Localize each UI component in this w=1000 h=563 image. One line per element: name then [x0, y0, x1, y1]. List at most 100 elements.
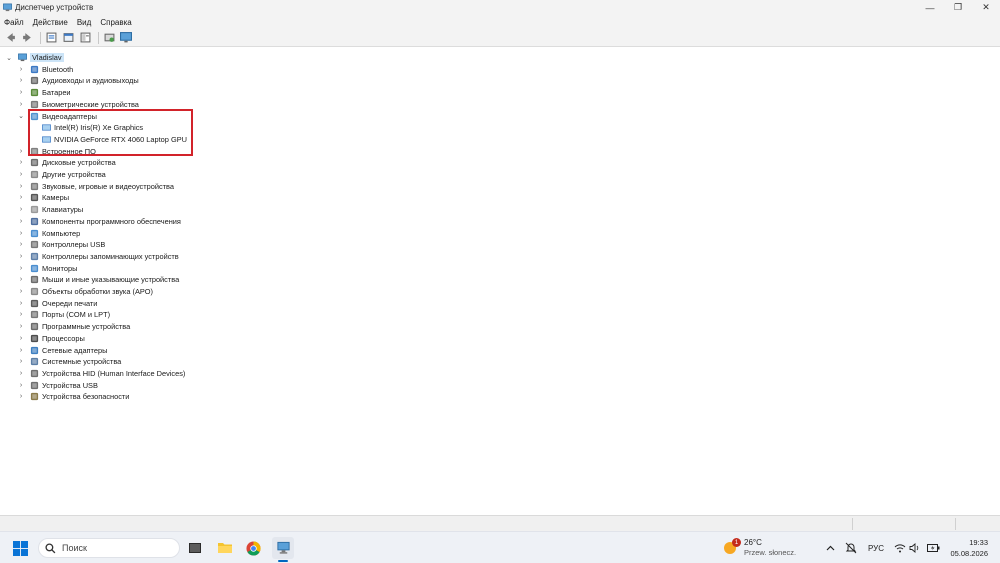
file-explorer-button[interactable] — [214, 537, 236, 559]
tree-category[interactable]: › Очереди печати — [20, 298, 98, 309]
task-view-button[interactable] — [184, 537, 206, 559]
chevron-right-icon[interactable]: › — [17, 286, 25, 297]
tree-category[interactable]: › Объекты обработки звука (APO) — [20, 286, 153, 297]
chevron-right-icon[interactable]: › — [17, 64, 25, 75]
status-bar — [0, 515, 1000, 531]
menu-action[interactable]: Действие — [33, 18, 68, 27]
chevron-right-icon[interactable]: › — [17, 157, 25, 168]
computer-icon — [18, 53, 27, 62]
tree-category[interactable]: › Клавиатуры — [20, 204, 84, 215]
printer-icon — [30, 299, 39, 308]
wifi-button[interactable] — [893, 540, 907, 556]
chevron-right-icon[interactable]: › — [17, 274, 25, 285]
tree-category[interactable]: › Программные устройства — [20, 321, 130, 332]
chevron-down-icon[interactable]: ⌄ — [5, 52, 13, 63]
chevron-right-icon[interactable]: › — [17, 204, 25, 215]
chevron-right-icon[interactable]: › — [17, 75, 25, 86]
chevron-right-icon[interactable]: › — [17, 333, 25, 344]
title-bar: Диспетчер устройств — ❐ ✕ — [0, 0, 1000, 15]
chevron-right-icon[interactable]: › — [17, 356, 25, 367]
tree-category[interactable]: › Батареи — [20, 87, 71, 98]
usb-device-icon — [30, 381, 39, 390]
tree-category[interactable]: › Сетевые адаптеры — [20, 345, 108, 356]
chevron-right-icon[interactable]: › — [17, 228, 25, 239]
processor-icon — [30, 334, 39, 343]
chevron-right-icon[interactable]: › — [17, 169, 25, 180]
category-label: Дисковые устройства — [42, 158, 116, 168]
menu-file[interactable]: Файл — [4, 18, 24, 27]
device-manager-taskbar-button[interactable] — [272, 537, 294, 559]
taskbar-search[interactable]: Поиск — [38, 538, 180, 558]
tree-category[interactable]: › Контроллеры запоминающих устройств — [20, 251, 179, 262]
forward-button[interactable] — [20, 31, 34, 45]
category-label: Другие устройства — [42, 170, 106, 179]
chrome-button[interactable] — [242, 537, 264, 559]
category-label: Сетевые адаптеры — [42, 345, 108, 355]
software-component-icon — [30, 217, 39, 226]
category-label: Клавиатуры — [42, 205, 84, 215]
tree-category[interactable]: › Камеры — [20, 192, 69, 203]
chevron-right-icon[interactable]: › — [17, 263, 25, 274]
volume-button[interactable] — [909, 540, 921, 556]
tree-category[interactable]: › Контроллеры USB — [20, 239, 106, 250]
tree-category[interactable]: › Устройства HID (Human Interface Devices… — [20, 368, 186, 379]
system-device-icon — [30, 357, 39, 366]
tree-category[interactable]: › Другие устройства — [20, 169, 106, 180]
tree-category[interactable]: › Дисковые устройства — [20, 157, 116, 168]
tree-category[interactable]: › Мониторы — [20, 263, 78, 274]
tray-overflow-button[interactable] — [824, 540, 836, 556]
storage-controller-icon — [30, 252, 39, 261]
tree-root[interactable]: ⌄ Vladislav — [6, 52, 64, 63]
battery-button[interactable] — [926, 540, 940, 556]
scan-hardware-button[interactable] — [102, 31, 116, 45]
chevron-right-icon[interactable]: › — [17, 192, 25, 203]
tree-category[interactable]: › Звуковые, игровые и видеоустройства — [20, 181, 174, 192]
focus-assist-button[interactable] — [844, 540, 858, 556]
properties-button[interactable] — [44, 31, 58, 45]
tree-category[interactable]: › Аудиовходы и аудиовыходы — [20, 75, 139, 86]
show-hidden-button[interactable] — [61, 31, 75, 45]
security-device-icon — [30, 392, 39, 401]
chevron-right-icon[interactable]: › — [17, 87, 25, 98]
tree-category[interactable]: › Процессоры — [20, 333, 85, 344]
back-button[interactable] — [3, 31, 17, 45]
chevron-right-icon[interactable]: › — [17, 298, 25, 309]
chevron-right-icon[interactable]: › — [17, 146, 25, 157]
close-button[interactable]: ✕ — [972, 0, 1000, 15]
chevron-right-icon[interactable]: › — [17, 380, 25, 391]
chevron-down-icon[interactable]: ⌄ — [17, 111, 25, 122]
tree-category[interactable]: › Порты (COM и LPT) — [20, 309, 110, 320]
chevron-right-icon[interactable]: › — [17, 345, 25, 356]
chevron-right-icon[interactable]: › — [17, 181, 25, 192]
chevron-right-icon[interactable]: › — [17, 216, 25, 227]
tree-category[interactable]: › Системные устройства — [20, 356, 121, 367]
tree-category[interactable]: › Устройства безопасности — [20, 391, 130, 402]
notifications-off-icon — [845, 542, 857, 554]
chevron-right-icon[interactable]: › — [17, 321, 25, 332]
chevron-right-icon[interactable]: › — [17, 251, 25, 262]
toolbar — [0, 29, 1000, 47]
tree-category[interactable]: › Компьютер — [20, 228, 80, 239]
menu-view[interactable]: Вид — [77, 18, 91, 27]
chevron-right-icon[interactable]: › — [17, 99, 25, 110]
chevron-right-icon[interactable]: › — [17, 368, 25, 379]
help-button[interactable] — [78, 31, 92, 45]
tree-category[interactable]: › Bluetooth — [20, 64, 73, 75]
monitor-icon — [120, 32, 132, 43]
monitor-button[interactable] — [119, 31, 133, 45]
chevron-right-icon[interactable]: › — [17, 239, 25, 250]
start-button[interactable] — [9, 537, 31, 559]
tree-category[interactable]: › Мыши и иные указывающие устройства — [20, 274, 179, 285]
tree-category[interactable]: › Компоненты программного обеспечения — [20, 216, 181, 227]
maximize-button[interactable]: ❐ — [944, 0, 972, 15]
chevron-right-icon[interactable]: › — [17, 391, 25, 402]
menu-help[interactable]: Справка — [100, 18, 131, 27]
language-indicator[interactable]: РУС — [866, 540, 886, 556]
taskbar-clock[interactable]: 19:33 05.08.2026 — [944, 537, 988, 559]
chevron-up-icon — [826, 545, 834, 551]
minimize-button[interactable]: — — [916, 0, 944, 15]
volume-icon — [909, 543, 919, 553]
tree-category[interactable]: › Устройства USB — [20, 380, 98, 391]
weather-widget[interactable]: 1 26°C Przew. słonecz. — [722, 537, 796, 559]
chevron-right-icon[interactable]: › — [17, 309, 25, 320]
